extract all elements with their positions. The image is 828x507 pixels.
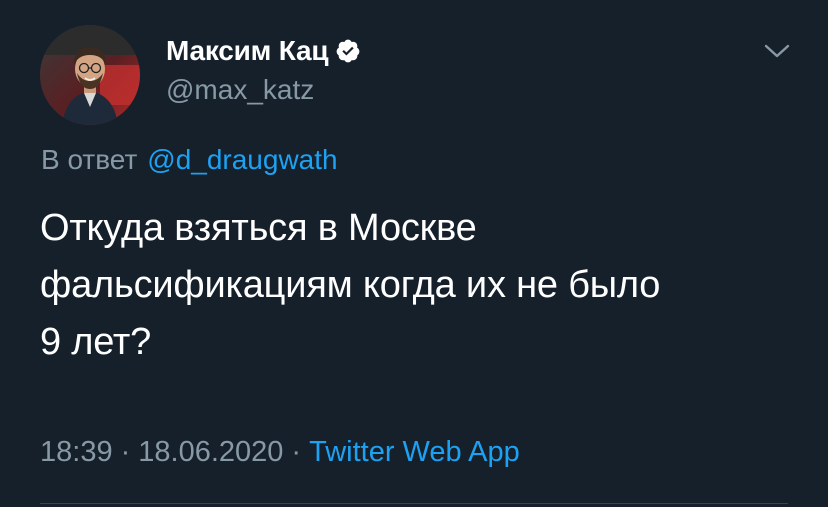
tweet-source-link[interactable]: Twitter Web App [309, 436, 520, 468]
tweet-date[interactable]: 18.06.2020 [138, 436, 283, 468]
reply-context: В ответ @d_draugwath [41, 144, 338, 176]
chevron-down-icon[interactable] [763, 42, 791, 60]
tweet-meta: 18:39 · 18.06.2020 · Twitter Web App [40, 436, 520, 469]
author-name-row: Максим Кац [166, 33, 361, 69]
tweet-card: Максим Кац @max_katz В ответ @d_draugwath… [0, 0, 828, 507]
tweet-text-line: 9 лет? [40, 321, 152, 363]
meta-separator: · [291, 436, 302, 468]
tweet-time[interactable]: 18:39 [40, 436, 113, 468]
author-handle[interactable]: @max_katz [166, 74, 314, 106]
meta-separator: · [120, 436, 131, 468]
reply-label: В ответ [41, 144, 138, 175]
tweet-text-line: Откуда взяться в Москве [40, 207, 477, 249]
author-display-name[interactable]: Максим Кац [166, 35, 329, 67]
avatar-photo [40, 25, 140, 125]
divider [40, 503, 788, 504]
avatar[interactable] [40, 25, 140, 125]
reply-to-handle-link[interactable]: @d_draugwath [147, 144, 337, 175]
tweet-text: Откуда взяться в Москве фальсификациям к… [40, 200, 780, 371]
verified-badge-icon [335, 38, 361, 64]
tweet-text-line: фальсификациям когда их не было [40, 264, 661, 306]
